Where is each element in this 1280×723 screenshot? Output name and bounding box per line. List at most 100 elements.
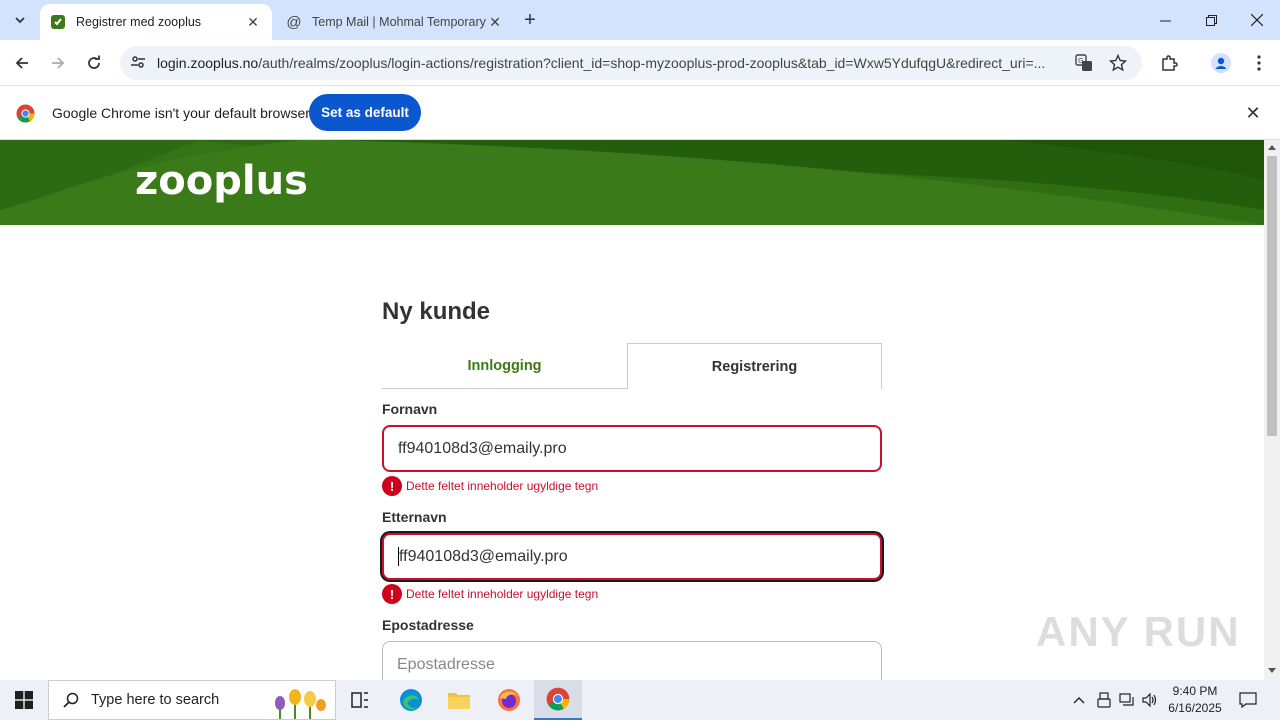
- page-viewport: zooplus Ny kunde Innlogging Registrering…: [0, 140, 1264, 680]
- chrome-logo-icon: [16, 104, 35, 128]
- tab-title: Registrer med zooplus: [76, 15, 202, 29]
- new-tab-button[interactable]: +: [518, 8, 542, 32]
- browser-toolbar: login.zooplus.no/auth/realms/zooplus/log…: [0, 40, 1280, 86]
- notifications-button[interactable]: [1234, 680, 1262, 720]
- edge-icon: [400, 689, 422, 711]
- clock-time: 9:40 PM: [1172, 684, 1218, 698]
- firstname-error-text: Dette feltet inneholder ugyldige tegn: [406, 479, 599, 493]
- lastname-error-text: Dette feltet inneholder ugyldige tegn: [406, 587, 599, 601]
- tab-temp-mail[interactable]: @ Temp Mail | Mohmal Temporary ✕: [276, 4, 514, 40]
- close-tab-icon[interactable]: ✕: [244, 13, 262, 31]
- translate-icon[interactable]: G: [1075, 54, 1093, 77]
- page-scrollbar[interactable]: [1264, 140, 1280, 680]
- menu-button[interactable]: [1245, 49, 1273, 77]
- windows-logo-icon: [15, 691, 33, 709]
- profile-button[interactable]: [1207, 49, 1235, 77]
- tulips-decoration-icon: [265, 683, 335, 723]
- arrow-left-icon: [15, 57, 28, 69]
- site-info-icon[interactable]: [130, 54, 146, 75]
- email-field[interactable]: Epostadresse: [382, 641, 882, 680]
- usb-device-icon: [1097, 692, 1111, 708]
- page-title: Ny kunde: [382, 298, 491, 325]
- taskbar-search-placeholder: Type here to search: [91, 692, 220, 708]
- task-view-button[interactable]: [336, 680, 384, 720]
- usb-tray-button[interactable]: [1093, 680, 1115, 720]
- chrome-icon: [546, 687, 570, 711]
- lastname-field[interactable]: ff940108d3@emaily.pro: [382, 533, 882, 580]
- scroll-thumb[interactable]: [1267, 156, 1277, 436]
- header-banner: zooplus: [0, 140, 1264, 225]
- chevron-up-icon: [1073, 697, 1085, 704]
- tab-strip: Registrer med zooplus ✕ @ Temp Mail | Mo…: [0, 0, 1280, 40]
- start-button[interactable]: [0, 680, 48, 720]
- network-icon: [1119, 693, 1134, 706]
- network-tray-button[interactable]: [1116, 680, 1138, 720]
- chrome-taskbar-button[interactable]: [534, 680, 582, 720]
- search-icon: [63, 692, 79, 708]
- svg-text:G: G: [1078, 57, 1083, 65]
- firefox-taskbar-button[interactable]: [485, 680, 533, 720]
- lastname-error: ! Dette feltet inneholder ugyldige tegn: [382, 584, 598, 604]
- chevron-down-icon: [15, 17, 25, 24]
- arrow-right-icon: [52, 57, 65, 69]
- tab-innlogging[interactable]: Innlogging: [382, 343, 627, 389]
- error-icon: !: [382, 476, 402, 496]
- auth-tabs: Innlogging Registrering: [382, 343, 882, 389]
- error-icon: !: [382, 584, 402, 604]
- close-icon: [1251, 14, 1263, 26]
- tab-title: Temp Mail | Mohmal Temporary: [312, 15, 486, 29]
- anyrun-watermark: ANY RUN: [1036, 608, 1241, 655]
- forward-button[interactable]: [44, 49, 72, 77]
- firstname-value: ff940108d3@emaily.pro: [398, 439, 567, 457]
- minimize-button[interactable]: [1142, 0, 1188, 40]
- extensions-button[interactable]: [1155, 49, 1183, 77]
- taskbar-search[interactable]: Type here to search: [48, 680, 336, 720]
- default-browser-infobar: Google Chrome isn't your default browser…: [0, 87, 1280, 140]
- restore-icon: [1205, 14, 1217, 26]
- close-tab-icon[interactable]: ✕: [486, 13, 504, 31]
- at-sign-icon: @: [286, 13, 302, 31]
- url-path: /auth/realms/zooplus/login-actions/regis…: [258, 55, 1046, 71]
- scroll-up-icon[interactable]: [1268, 145, 1276, 150]
- kebab-menu-icon: [1257, 55, 1261, 71]
- puzzle-icon: [1162, 55, 1178, 71]
- zooplus-logo[interactable]: zooplus: [135, 158, 308, 204]
- file-explorer-taskbar-button[interactable]: [435, 680, 483, 720]
- email-label: Epostadresse: [382, 617, 474, 633]
- zooplus-favicon-icon: [50, 14, 66, 30]
- url-text: login.zooplus.no/auth/realms/zooplus/log…: [157, 55, 1067, 71]
- taskbar: Type here to search 9:40 PM 6/16/2025: [0, 680, 1280, 720]
- reload-button[interactable]: [80, 49, 108, 77]
- firstname-error: ! Dette feltet inneholder ugyldige tegn: [382, 476, 598, 496]
- minimize-icon: [1159, 20, 1171, 21]
- firstname-field[interactable]: ff940108d3@emaily.pro: [382, 425, 882, 472]
- set-as-default-button[interactable]: Set as default: [309, 94, 421, 131]
- task-view-icon: [351, 692, 368, 708]
- email-placeholder: Epostadresse: [397, 655, 495, 673]
- show-hidden-icons-button[interactable]: [1068, 680, 1090, 720]
- clock-date: 6/16/2025: [1168, 701, 1222, 715]
- address-bar[interactable]: login.zooplus.no/auth/realms/zooplus/log…: [120, 46, 1142, 80]
- tab-search-button[interactable]: [6, 8, 34, 32]
- url-host: login.zooplus.no: [157, 55, 259, 71]
- edge-taskbar-button[interactable]: [387, 680, 435, 720]
- reload-icon: [88, 55, 100, 69]
- notification-icon: [1239, 692, 1257, 708]
- firstname-label: Fornavn: [382, 401, 438, 417]
- restore-button[interactable]: [1188, 0, 1234, 40]
- speaker-icon: [1142, 693, 1157, 707]
- infobar-message: Google Chrome isn't your default browser: [52, 105, 310, 121]
- taskbar-clock[interactable]: 9:40 PM 6/16/2025: [1158, 683, 1232, 717]
- profile-icon: [1211, 53, 1231, 73]
- infobar-close-icon[interactable]: ✕: [1243, 103, 1263, 123]
- back-button[interactable]: [8, 49, 36, 77]
- tab-registrering[interactable]: Registrering: [627, 343, 882, 389]
- tab-zooplus[interactable]: Registrer med zooplus ✕: [40, 4, 272, 40]
- folder-icon: [448, 693, 470, 709]
- lastname-value: ff940108d3@emaily.pro: [399, 547, 568, 565]
- firefox-icon: [498, 689, 520, 711]
- lastname-label: Etternavn: [382, 509, 447, 525]
- bookmark-star-icon[interactable]: [1108, 53, 1128, 77]
- close-window-button[interactable]: [1234, 0, 1280, 40]
- scroll-down-icon[interactable]: [1268, 668, 1276, 673]
